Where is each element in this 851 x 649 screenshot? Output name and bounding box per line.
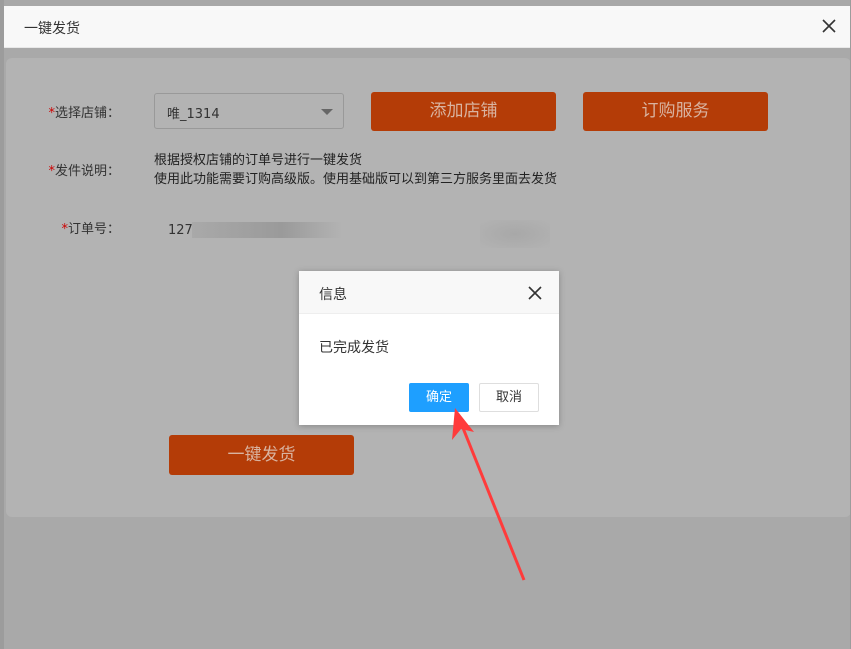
store-select[interactable]: 唯_1314 bbox=[154, 93, 344, 129]
subscribe-service-button[interactable]: 订购服务 bbox=[583, 92, 768, 131]
cancel-button[interactable]: 取消 bbox=[479, 383, 539, 412]
edge-mark bbox=[0, 463, 4, 465]
order-label: *订单号： bbox=[61, 222, 120, 237]
close-icon[interactable] bbox=[528, 286, 542, 300]
confirm-button[interactable]: 确定 bbox=[409, 383, 469, 412]
window-titlebar: 一键发货 bbox=[4, 6, 850, 48]
description-text: 根据授权店铺的订单号进行一键发货 使用此功能需要订购高级版。使用基础版可以到第三… bbox=[154, 151, 557, 189]
dialog-message: 已完成发货 bbox=[319, 340, 389, 356]
one-click-ship-button[interactable]: 一键发货 bbox=[169, 435, 354, 475]
store-label: *选择店铺： bbox=[48, 106, 120, 121]
close-icon[interactable] bbox=[820, 17, 838, 35]
order-number-field[interactable]: 127 bbox=[168, 223, 193, 238]
desc-label: *发件说明： bbox=[48, 164, 120, 179]
desc-line-2: 使用此功能需要订购高级版。使用基础版可以到第三方服务里面去发货 bbox=[154, 172, 558, 187]
edge-mark bbox=[0, 268, 4, 270]
info-dialog: 信息 已完成发货 确定 取消 bbox=[299, 271, 559, 425]
redacted-region bbox=[192, 222, 342, 238]
dialog-title: 信息 bbox=[319, 287, 347, 303]
redacted-region bbox=[480, 220, 550, 248]
add-store-button[interactable]: 添加店铺 bbox=[371, 92, 556, 131]
store-select-value: 唯_1314 bbox=[167, 107, 220, 122]
chevron-down-icon bbox=[321, 109, 333, 115]
window-title: 一键发货 bbox=[24, 21, 80, 37]
dialog-header: 信息 bbox=[299, 271, 559, 314]
desc-line-1: 根据授权店铺的订单号进行一键发货 bbox=[154, 153, 363, 168]
